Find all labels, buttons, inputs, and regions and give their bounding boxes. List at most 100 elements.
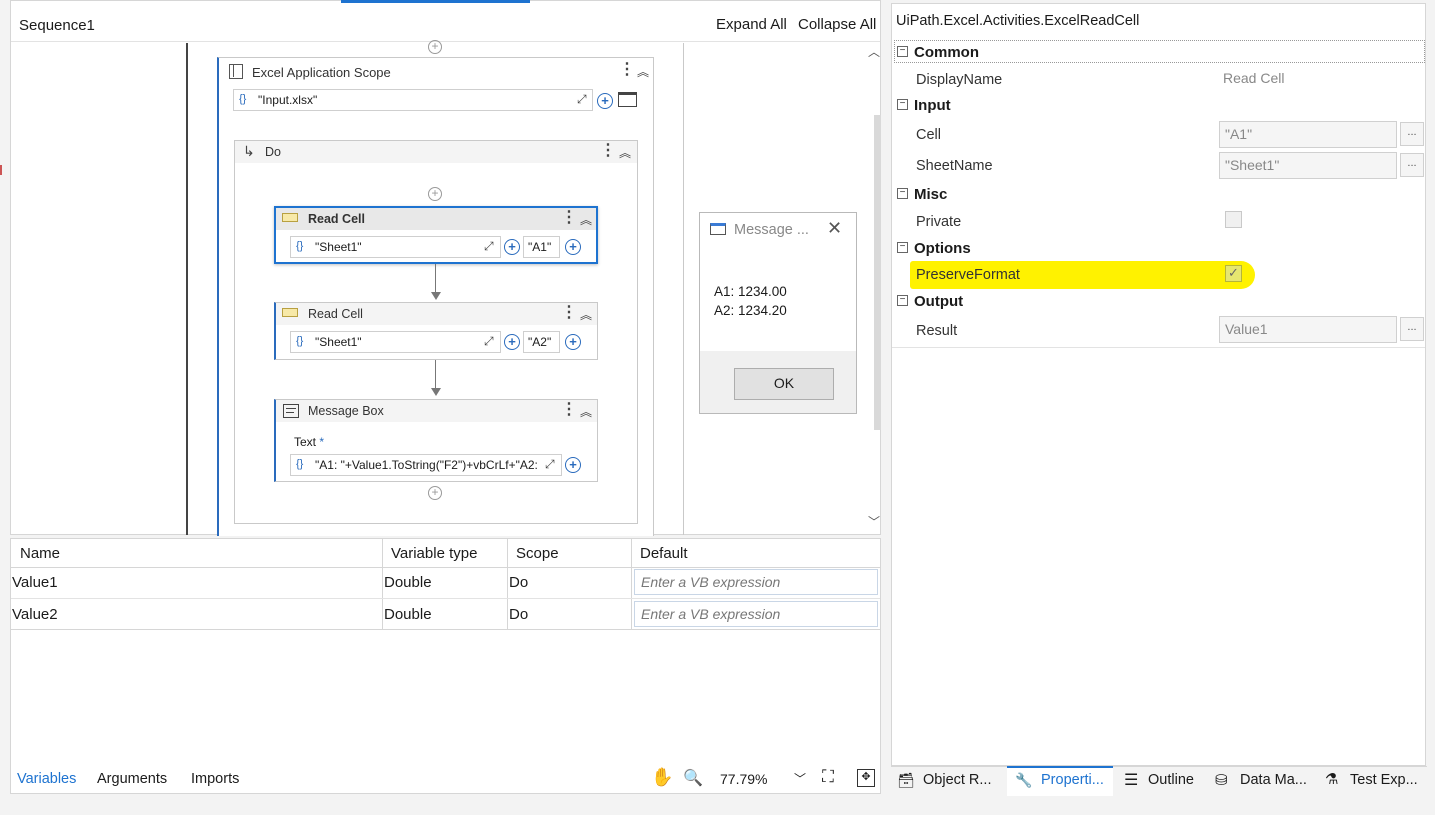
zoom-icon[interactable]: 🔍 <box>683 768 703 788</box>
sheet-name-field[interactable]: {} "Sheet1" ⤢ <box>290 331 501 353</box>
tab-data-manager[interactable]: Data Ma... <box>1240 772 1307 788</box>
add-argument-icon[interactable]: + <box>565 239 581 255</box>
sheet-name-field[interactable]: {} "Sheet1" ⤢ <box>290 236 501 258</box>
variable-scope[interactable]: Do <box>509 606 528 623</box>
default-value-input[interactable]: Enter a VB expression <box>634 601 878 627</box>
cell-input[interactable]: "A1" <box>1219 121 1397 148</box>
collapse-square-icon[interactable]: − <box>897 46 908 57</box>
category-misc-label: Misc <box>914 186 948 203</box>
message-box-activity[interactable]: Message Box ⋮ ︽ Text * {} "A1: "+Value1.… <box>274 399 598 482</box>
do-menu-icon[interactable]: ⋮ <box>600 143 616 159</box>
expand-editor-icon[interactable]: ⤢ <box>577 92 587 107</box>
column-variable-type[interactable]: Variable type <box>391 539 477 568</box>
preserve-format-label: PreserveFormat <box>916 267 1020 283</box>
variable-type[interactable]: Double <box>384 606 432 623</box>
column-scope[interactable]: Scope <box>516 539 559 568</box>
collapse-square-icon[interactable]: − <box>897 188 908 199</box>
insert-activity-plus-icon[interactable]: + <box>428 486 442 500</box>
sheet-ellipsis-button[interactable]: ... <box>1400 153 1424 177</box>
default-value-input[interactable]: Enter a VB expression <box>634 569 878 595</box>
table-row[interactable]: Value1 Double Do Enter a VB expression <box>11 568 880 599</box>
add-argument-icon[interactable]: + <box>565 334 581 350</box>
category-options-label: Options <box>914 240 971 257</box>
read-cell-activity-1[interactable]: Read Cell ⋮ ︽ {} "Sheet1" ⤢ + "A1" + <box>274 206 598 264</box>
scroll-up-icon[interactable]: ︿ <box>868 43 880 60</box>
do-collapse-icon[interactable]: ︽ <box>619 144 631 161</box>
activity-collapse-icon[interactable]: ︽ <box>580 403 592 420</box>
message-text-field[interactable]: {} "A1: "+Value1.ToString("F2")+vbCrLf+"… <box>290 454 562 476</box>
cell-field[interactable]: "A2" <box>523 331 560 353</box>
preserve-format-checkbox[interactable]: ✓ <box>1225 265 1242 282</box>
tab-test-explorer[interactable]: Test Exp... <box>1350 772 1418 788</box>
cell-ellipsis-button[interactable]: ... <box>1400 122 1424 146</box>
sheet-name-label: SheetName <box>916 158 993 174</box>
expand-editor-icon[interactable]: ⤢ <box>484 334 494 349</box>
excel-application-scope[interactable]: Excel Application Scope ⋮ ︽ {} "Input.xl… <box>217 57 654 536</box>
close-icon[interactable]: ✕ <box>827 218 842 239</box>
variable-scope[interactable]: Do <box>509 574 528 591</box>
do-header <box>235 141 637 163</box>
expand-all-button[interactable]: Expand All <box>716 16 787 33</box>
activity-collapse-icon[interactable]: ︽ <box>580 306 592 323</box>
tab-object-repository[interactable]: Object R... <box>923 772 992 788</box>
message-dialog[interactable]: Message ... ✕ A1: 1234.00 A2: 1234.20 OK <box>699 212 857 414</box>
sheet-name-input[interactable]: "Sheet1" <box>1219 152 1397 179</box>
display-name-value[interactable]: Read Cell <box>1223 70 1284 86</box>
tab-arguments[interactable]: Arguments <box>97 771 167 787</box>
read-cell-activity-2[interactable]: Read Cell ⋮ ︽ {} "Sheet1" ⤢ + "A2" + <box>274 302 598 360</box>
tab-outline[interactable]: Outline <box>1148 772 1194 788</box>
scroll-thumb[interactable] <box>874 115 881 430</box>
breadcrumb-sequence[interactable]: Sequence1 <box>19 17 95 34</box>
add-argument-icon[interactable]: + <box>565 457 581 473</box>
hand-pan-icon[interactable]: ✋ <box>651 767 673 788</box>
activity-collapse-icon[interactable]: ︽ <box>580 211 592 228</box>
add-argument-icon[interactable]: + <box>597 93 613 109</box>
expand-editor-icon[interactable]: ⤢ <box>545 457 555 472</box>
result-ellipsis-button[interactable]: ... <box>1400 317 1424 341</box>
cell-field[interactable]: "A1" <box>523 236 560 258</box>
scope-menu-icon[interactable]: ⋮ <box>619 62 635 78</box>
variable-name: Value2 <box>12 606 58 623</box>
private-checkbox[interactable] <box>1225 211 1242 228</box>
designer-scrollbar[interactable]: ︿ ﹀ <box>868 43 881 535</box>
add-argument-icon[interactable]: + <box>504 239 520 255</box>
scope-collapse-icon[interactable]: ︽ <box>637 63 649 80</box>
scroll-down-icon[interactable]: ﹀ <box>868 513 880 530</box>
designer-header: Sequence1 Expand All Collapse All <box>11 3 880 42</box>
required-marker: * <box>319 435 325 449</box>
tab-imports[interactable]: Imports <box>191 771 239 787</box>
read-cell-title: Read Cell <box>308 307 363 321</box>
add-argument-icon[interactable]: + <box>504 334 520 350</box>
sequence-border-left <box>186 43 188 535</box>
divider <box>891 766 1427 767</box>
fit-to-screen-icon[interactable]: ⛶ <box>822 767 834 787</box>
column-default[interactable]: Default <box>640 539 688 568</box>
overview-icon[interactable]: ✥ <box>857 769 875 787</box>
insert-activity-plus-icon[interactable]: + <box>428 187 442 201</box>
ok-button[interactable]: OK <box>734 368 834 400</box>
collapse-square-icon[interactable]: − <box>897 99 908 110</box>
active-tab-indicator <box>341 0 530 3</box>
activity-menu-icon[interactable]: ⋮ <box>561 305 577 321</box>
collapse-square-icon[interactable]: − <box>897 295 908 306</box>
tab-variables[interactable]: Variables <box>17 771 76 787</box>
collapse-square-icon[interactable]: − <box>897 242 908 253</box>
expression-icon: {} <box>296 240 304 252</box>
activity-menu-icon[interactable]: ⋮ <box>561 402 577 418</box>
collapse-all-button[interactable]: Collapse All <box>798 16 876 33</box>
zoom-level[interactable]: 77.79% <box>720 771 767 787</box>
result-input[interactable]: Value1 <box>1219 316 1397 343</box>
activity-menu-icon[interactable]: ⋮ <box>561 210 577 226</box>
private-label: Private <box>916 214 962 230</box>
chevron-down-icon[interactable]: ﹀ <box>794 770 806 787</box>
browse-folder-icon[interactable] <box>618 92 637 107</box>
insert-activity-plus-icon[interactable]: + <box>428 40 442 54</box>
tab-properties[interactable]: Properti... <box>1041 772 1104 788</box>
excel-scope-icon <box>229 64 243 79</box>
workbook-path-field[interactable]: {} "Input.xlsx" ⤢ <box>233 89 593 111</box>
variable-type[interactable]: Double <box>384 574 432 591</box>
outline-icon: ☰ <box>1124 772 1139 789</box>
column-name[interactable]: Name <box>20 539 60 568</box>
table-row[interactable]: Value2 Double Do Enter a VB expression <box>11 599 880 630</box>
expand-editor-icon[interactable]: ⤢ <box>484 239 494 254</box>
